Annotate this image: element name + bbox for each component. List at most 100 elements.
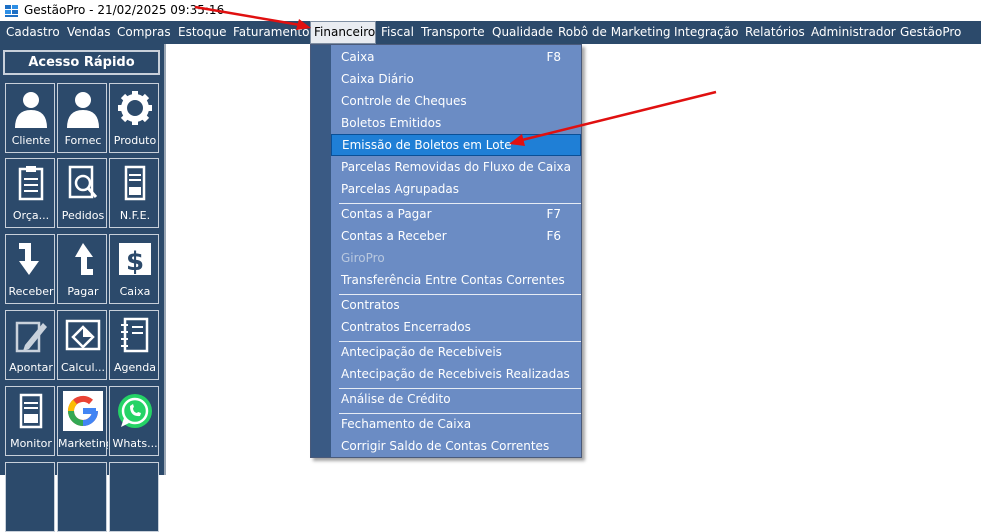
- menu-item-label: Controle de Cheques: [341, 94, 467, 108]
- quick-fornec-button[interactable]: Fornec: [57, 83, 107, 153]
- quick-cliente-button[interactable]: Cliente: [5, 83, 55, 153]
- menu-financeiro[interactable]: Financeiro: [310, 21, 376, 44]
- quick-button-partial[interactable]: [57, 462, 107, 532]
- quick-nfe-button[interactable]: N.F.E.: [109, 158, 159, 228]
- notebook-icon: [121, 317, 149, 353]
- quick-agenda-button[interactable]: Agenda: [109, 310, 159, 380]
- menu-item-transferencia-contas[interactable]: Transferência Entre Contas Correntes: [331, 269, 581, 291]
- menu-item-label: Parcelas Agrupadas: [341, 182, 460, 196]
- menu-item-label: Caixa: [341, 50, 375, 64]
- quick-calculadora-button[interactable]: Calcul...: [57, 310, 107, 380]
- menu-item-giropro: GiroPro: [331, 247, 581, 269]
- menu-item-label: Análise de Crédito: [341, 392, 451, 406]
- app-logo-icon: [5, 5, 18, 17]
- quick-button-label: Marketing: [58, 437, 108, 450]
- sidebar-divider: [164, 44, 166, 475]
- quick-button-label: Calcul...: [60, 361, 106, 374]
- menu-item-label: Contratos Encerrados: [341, 320, 471, 334]
- menu-vendas[interactable]: Vendas: [67, 21, 111, 44]
- quick-pagar-button[interactable]: Pagar: [57, 234, 107, 304]
- menu-item-label: GiroPro: [341, 251, 385, 265]
- menu-item-label: Contas a Receber: [341, 229, 447, 243]
- calculator-icon: [65, 319, 101, 351]
- person-icon: [67, 92, 99, 128]
- quick-access-title: Acesso Rápido: [3, 50, 160, 75]
- google-icon: [63, 391, 103, 431]
- menu-item-shortcut: F8: [546, 50, 561, 64]
- menu-item-antecipacao-realizadas[interactable]: Antecipação de Recebiveis Realizadas: [331, 363, 581, 385]
- menu-item-analise-credito[interactable]: Análise de Crédito: [331, 388, 581, 410]
- menu-cadastro[interactable]: Cadastro: [6, 21, 60, 44]
- quick-button-label: Whats...: [112, 437, 158, 450]
- menu-item-controle-cheques[interactable]: Controle de Cheques: [331, 90, 581, 112]
- quick-button-label: Receber: [8, 285, 54, 298]
- menu-bar: Cadastro Vendas Compras Estoque Faturame…: [0, 21, 981, 44]
- menu-item-emissao-boletos-lote[interactable]: Emissão de Boletos em Lote: [331, 134, 581, 156]
- quick-button-label: Apontar: [9, 361, 53, 374]
- menu-item-contas-receber[interactable]: Contas a Receber F6: [331, 225, 581, 247]
- menu-integracao[interactable]: Integração: [674, 21, 738, 44]
- menu-item-parcelas-removidas[interactable]: Parcelas Removidas do Fluxo de Caixa: [331, 156, 581, 178]
- menu-estoque[interactable]: Estoque: [178, 21, 227, 44]
- quick-button-label: Cliente: [11, 134, 51, 147]
- menu-item-label: Parcelas Removidas do Fluxo de Caixa: [341, 160, 571, 174]
- menu-administrador[interactable]: Administrador: [811, 21, 896, 44]
- quick-marketing-button[interactable]: Marketing: [57, 386, 108, 456]
- menu-item-label: Contratos: [341, 298, 400, 312]
- menu-item-label: Corrigir Saldo de Contas Correntes: [341, 439, 550, 453]
- menu-item-parcelas-agrupadas[interactable]: Parcelas Agrupadas: [331, 178, 581, 200]
- quick-orcamento-button[interactable]: Orça...: [5, 158, 55, 228]
- quick-button-partial[interactable]: [109, 462, 159, 532]
- menu-item-label: Antecipação de Recebiveis: [341, 345, 502, 359]
- menu-item-label: Contas a Pagar: [341, 207, 432, 221]
- menu-qualidade[interactable]: Qualidade: [492, 21, 553, 44]
- menu-relatorios[interactable]: Relatórios: [745, 21, 805, 44]
- menu-transporte[interactable]: Transporte: [421, 21, 485, 44]
- menu-item-caixa[interactable]: Caixa F8: [331, 46, 581, 68]
- menu-item-label: Emissão de Boletos em Lote: [342, 138, 512, 152]
- quick-pedidos-button[interactable]: Pedidos: [57, 158, 107, 228]
- menu-item-boletos-emitidos[interactable]: Boletos Emitidos: [331, 112, 581, 134]
- clipboard-icon: [18, 166, 44, 201]
- menu-item-label: Transferência Entre Contas Correntes: [341, 273, 565, 287]
- menu-item-label: Fechamento de Caixa: [341, 417, 472, 431]
- menu-item-contas-pagar[interactable]: Contas a Pagar F7: [331, 203, 581, 225]
- menu-item-contratos[interactable]: Contratos: [331, 294, 581, 316]
- menu-icon-strip: [311, 45, 331, 457]
- dollar-icon: $: [119, 243, 151, 277]
- quick-apontar-button[interactable]: Apontar: [5, 310, 55, 380]
- menu-gestaopro[interactable]: GestãoPro: [900, 21, 961, 44]
- pencil-clipboard-icon: [15, 321, 47, 353]
- menu-item-fechamento-caixa[interactable]: Fechamento de Caixa: [331, 413, 581, 435]
- financeiro-dropdown-menu: Caixa F8 Caixa Diário Controle de Cheque…: [310, 44, 582, 458]
- menu-item-label: Caixa Diário: [341, 72, 414, 86]
- monitor-icon: [19, 393, 43, 429]
- menu-item-contratos-encerrados[interactable]: Contratos Encerrados: [331, 316, 581, 338]
- menu-fiscal[interactable]: Fiscal: [381, 21, 414, 44]
- arrow-up-icon: [75, 243, 93, 275]
- quick-button-label: Monitor: [10, 437, 52, 450]
- quick-monitor-button[interactable]: Monitor: [5, 386, 55, 456]
- quick-produto-button[interactable]: Produto: [109, 83, 159, 153]
- menu-compras[interactable]: Compras: [117, 21, 171, 44]
- svg-text:$: $: [126, 247, 144, 277]
- menu-item-label: Boletos Emitidos: [341, 116, 442, 130]
- quick-button-label: N.F.E.: [119, 209, 151, 222]
- menu-item-corrigir-saldo[interactable]: Corrigir Saldo de Contas Correntes: [331, 435, 581, 457]
- menu-faturamento[interactable]: Faturamento: [233, 21, 309, 44]
- menu-item-caixa-diario[interactable]: Caixa Diário: [331, 68, 581, 90]
- quick-button-partial[interactable]: [5, 462, 55, 532]
- menu-robo-marketing[interactable]: Robô de Marketing: [558, 21, 671, 44]
- menu-item-antecipacao-recebiveis[interactable]: Antecipação de Recebiveis: [331, 341, 581, 363]
- quick-whatsapp-button[interactable]: Whats...: [109, 386, 159, 456]
- menu-item-shortcut: F6: [546, 229, 561, 243]
- quick-access-panel: Acesso Rápido Cliente Fornec Produto Orç…: [0, 44, 166, 532]
- menu-item-label: Antecipação de Recebiveis Realizadas: [341, 367, 570, 381]
- gear-icon: [118, 91, 152, 125]
- person-icon: [15, 92, 47, 128]
- quick-caixa-button[interactable]: $ Caixa: [109, 234, 159, 304]
- quick-button-label: Agenda: [114, 361, 156, 374]
- quick-button-label: Orça...: [12, 209, 50, 222]
- quick-receber-button[interactable]: Receber: [5, 234, 55, 304]
- quick-button-label: Caixa: [119, 285, 151, 298]
